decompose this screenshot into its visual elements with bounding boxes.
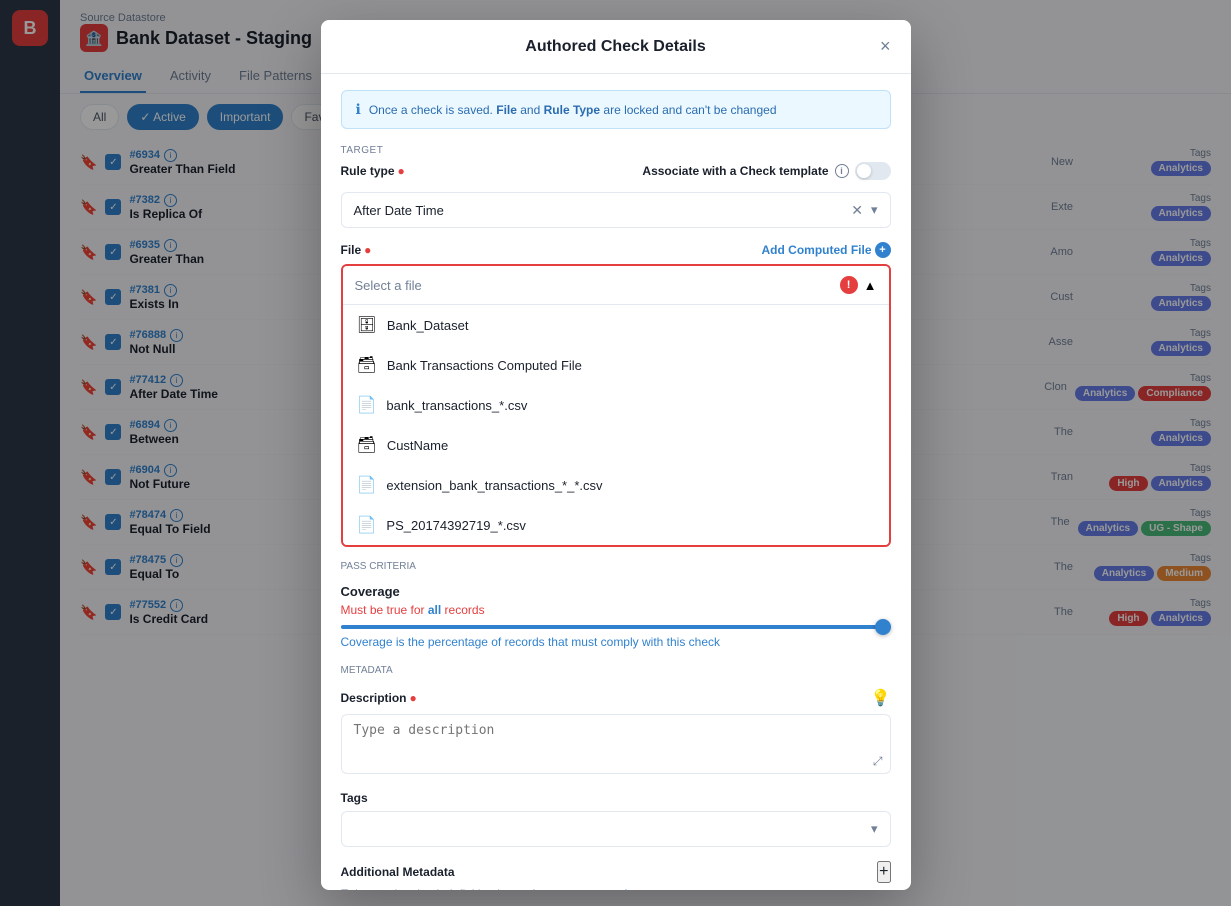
slider-thumb xyxy=(875,619,891,635)
description-label: Description ● xyxy=(341,691,417,705)
computed-icon: 🗃 xyxy=(357,435,377,455)
clear-rule-type-button[interactable]: ✕ xyxy=(851,202,863,219)
tags-section: Tags ▾ xyxy=(341,791,891,847)
info-circle-icon: ℹ xyxy=(356,101,361,118)
rule-type-label: Rule type ● xyxy=(341,164,405,178)
chevron-up-icon: ▲ xyxy=(864,278,877,293)
info-text: Once a check is saved. File and Rule Typ… xyxy=(369,103,777,117)
file-item-custname[interactable]: 🗃 CustName xyxy=(343,425,889,465)
chevron-down-icon: ▾ xyxy=(871,821,878,837)
associate-toggle[interactable] xyxy=(855,162,891,180)
dataset-icon: 🗄 xyxy=(357,315,377,335)
modal-body: ℹ Once a check is saved. File and Rule T… xyxy=(321,74,911,890)
add-computed-file-button[interactable]: Add Computed File + xyxy=(762,242,891,258)
file-select-dropdown[interactable]: Select a file ! ▲ 🗄 Bank_Dataset xyxy=(341,264,891,547)
close-button[interactable]: × xyxy=(880,36,891,57)
description-wrapper: ⤢ xyxy=(341,714,891,777)
file-item-computed[interactable]: 🗃 Bank Transactions Computed File xyxy=(343,345,889,385)
bulb-icon: 💡 xyxy=(871,688,891,708)
additional-header: Additional Metadata + xyxy=(341,861,891,883)
modal-overlay: Authored Check Details × ℹ Once a check … xyxy=(0,0,1231,906)
expand-icon: ⤢ xyxy=(873,754,883,769)
file-item-csv-2[interactable]: 📄 extension_bank_transactions_*_*.csv xyxy=(343,465,889,505)
required-indicator: ● xyxy=(410,691,417,705)
rule-type-row: Rule type ● Associate with a Check templ… xyxy=(341,162,891,180)
file-list: 🗄 Bank_Dataset 🗃 Bank Transactions Compu… xyxy=(343,304,889,545)
additional-metadata-desc: Enhance the check definition by setting … xyxy=(341,887,891,890)
target-section-label: Target xyxy=(341,145,891,156)
modal-title: Authored Check Details xyxy=(525,38,705,56)
rule-type-value: After Date Time xyxy=(354,203,444,218)
file-item-bank-dataset[interactable]: 🗄 Bank_Dataset xyxy=(343,305,889,345)
slider-fill xyxy=(341,625,891,629)
modal: Authored Check Details × ℹ Once a check … xyxy=(321,20,911,890)
csv-file-icon: 📄 xyxy=(357,475,377,495)
file-select-icons: ! ▲ xyxy=(840,276,877,294)
error-icon: ! xyxy=(840,276,858,294)
modal-header: Authored Check Details × xyxy=(321,20,911,74)
required-indicator: ● xyxy=(398,164,405,178)
desc-header: Description ● 💡 xyxy=(341,688,891,708)
file-item-csv-1[interactable]: 📄 bank_transactions_*.csv xyxy=(343,385,889,425)
tags-label: Tags xyxy=(341,791,891,805)
plus-circle-icon: + xyxy=(875,242,891,258)
coverage-subtext: Must be true for all records xyxy=(341,603,891,617)
info-banner: ℹ Once a check is saved. File and Rule T… xyxy=(341,90,891,129)
associate-info-icon: i xyxy=(835,164,849,178)
required-indicator: ● xyxy=(364,243,371,257)
computed-file-icon: 🗃 xyxy=(357,355,377,375)
coverage-section: Coverage Must be true for all records Co… xyxy=(341,584,891,649)
add-metadata-button[interactable]: + xyxy=(877,861,890,883)
description-textarea[interactable] xyxy=(341,714,891,774)
coverage-slider[interactable] xyxy=(341,625,891,629)
slider-track xyxy=(341,625,891,629)
additional-metadata-label: Additional Metadata xyxy=(341,865,455,879)
metadata-label: Metadata xyxy=(341,665,891,676)
tags-select[interactable]: ▾ xyxy=(341,811,891,847)
pass-criteria-label: Pass Criteria xyxy=(341,561,891,572)
background-page: B Source Datastore 🏦 Bank Dataset - Stag… xyxy=(0,0,1231,906)
csv-file-icon: 📄 xyxy=(357,395,377,415)
csv-file-icon: 📄 xyxy=(357,515,377,535)
file-item-csv-3[interactable]: 📄 PS_20174392719_*.csv xyxy=(343,505,889,545)
associate-label: Associate with a Check template i xyxy=(642,162,890,180)
coverage-label: Coverage xyxy=(341,584,891,599)
file-select-header[interactable]: Select a file ! ▲ xyxy=(343,266,889,304)
file-placeholder: Select a file xyxy=(355,278,422,293)
additional-metadata-section: Additional Metadata + Enhance the check … xyxy=(341,861,891,890)
coverage-info: Coverage is the percentage of records th… xyxy=(341,635,891,649)
file-section-header: File ● Add Computed File + xyxy=(341,242,891,258)
setting-custom-metadata-link[interactable]: setting custom metadata xyxy=(513,887,644,890)
file-label: File ● xyxy=(341,243,372,257)
chevron-down-icon: ▾ xyxy=(871,202,878,218)
description-section: Description ● 💡 ⤢ xyxy=(341,688,891,777)
rule-type-select[interactable]: After Date Time ✕ ▾ xyxy=(341,192,891,228)
